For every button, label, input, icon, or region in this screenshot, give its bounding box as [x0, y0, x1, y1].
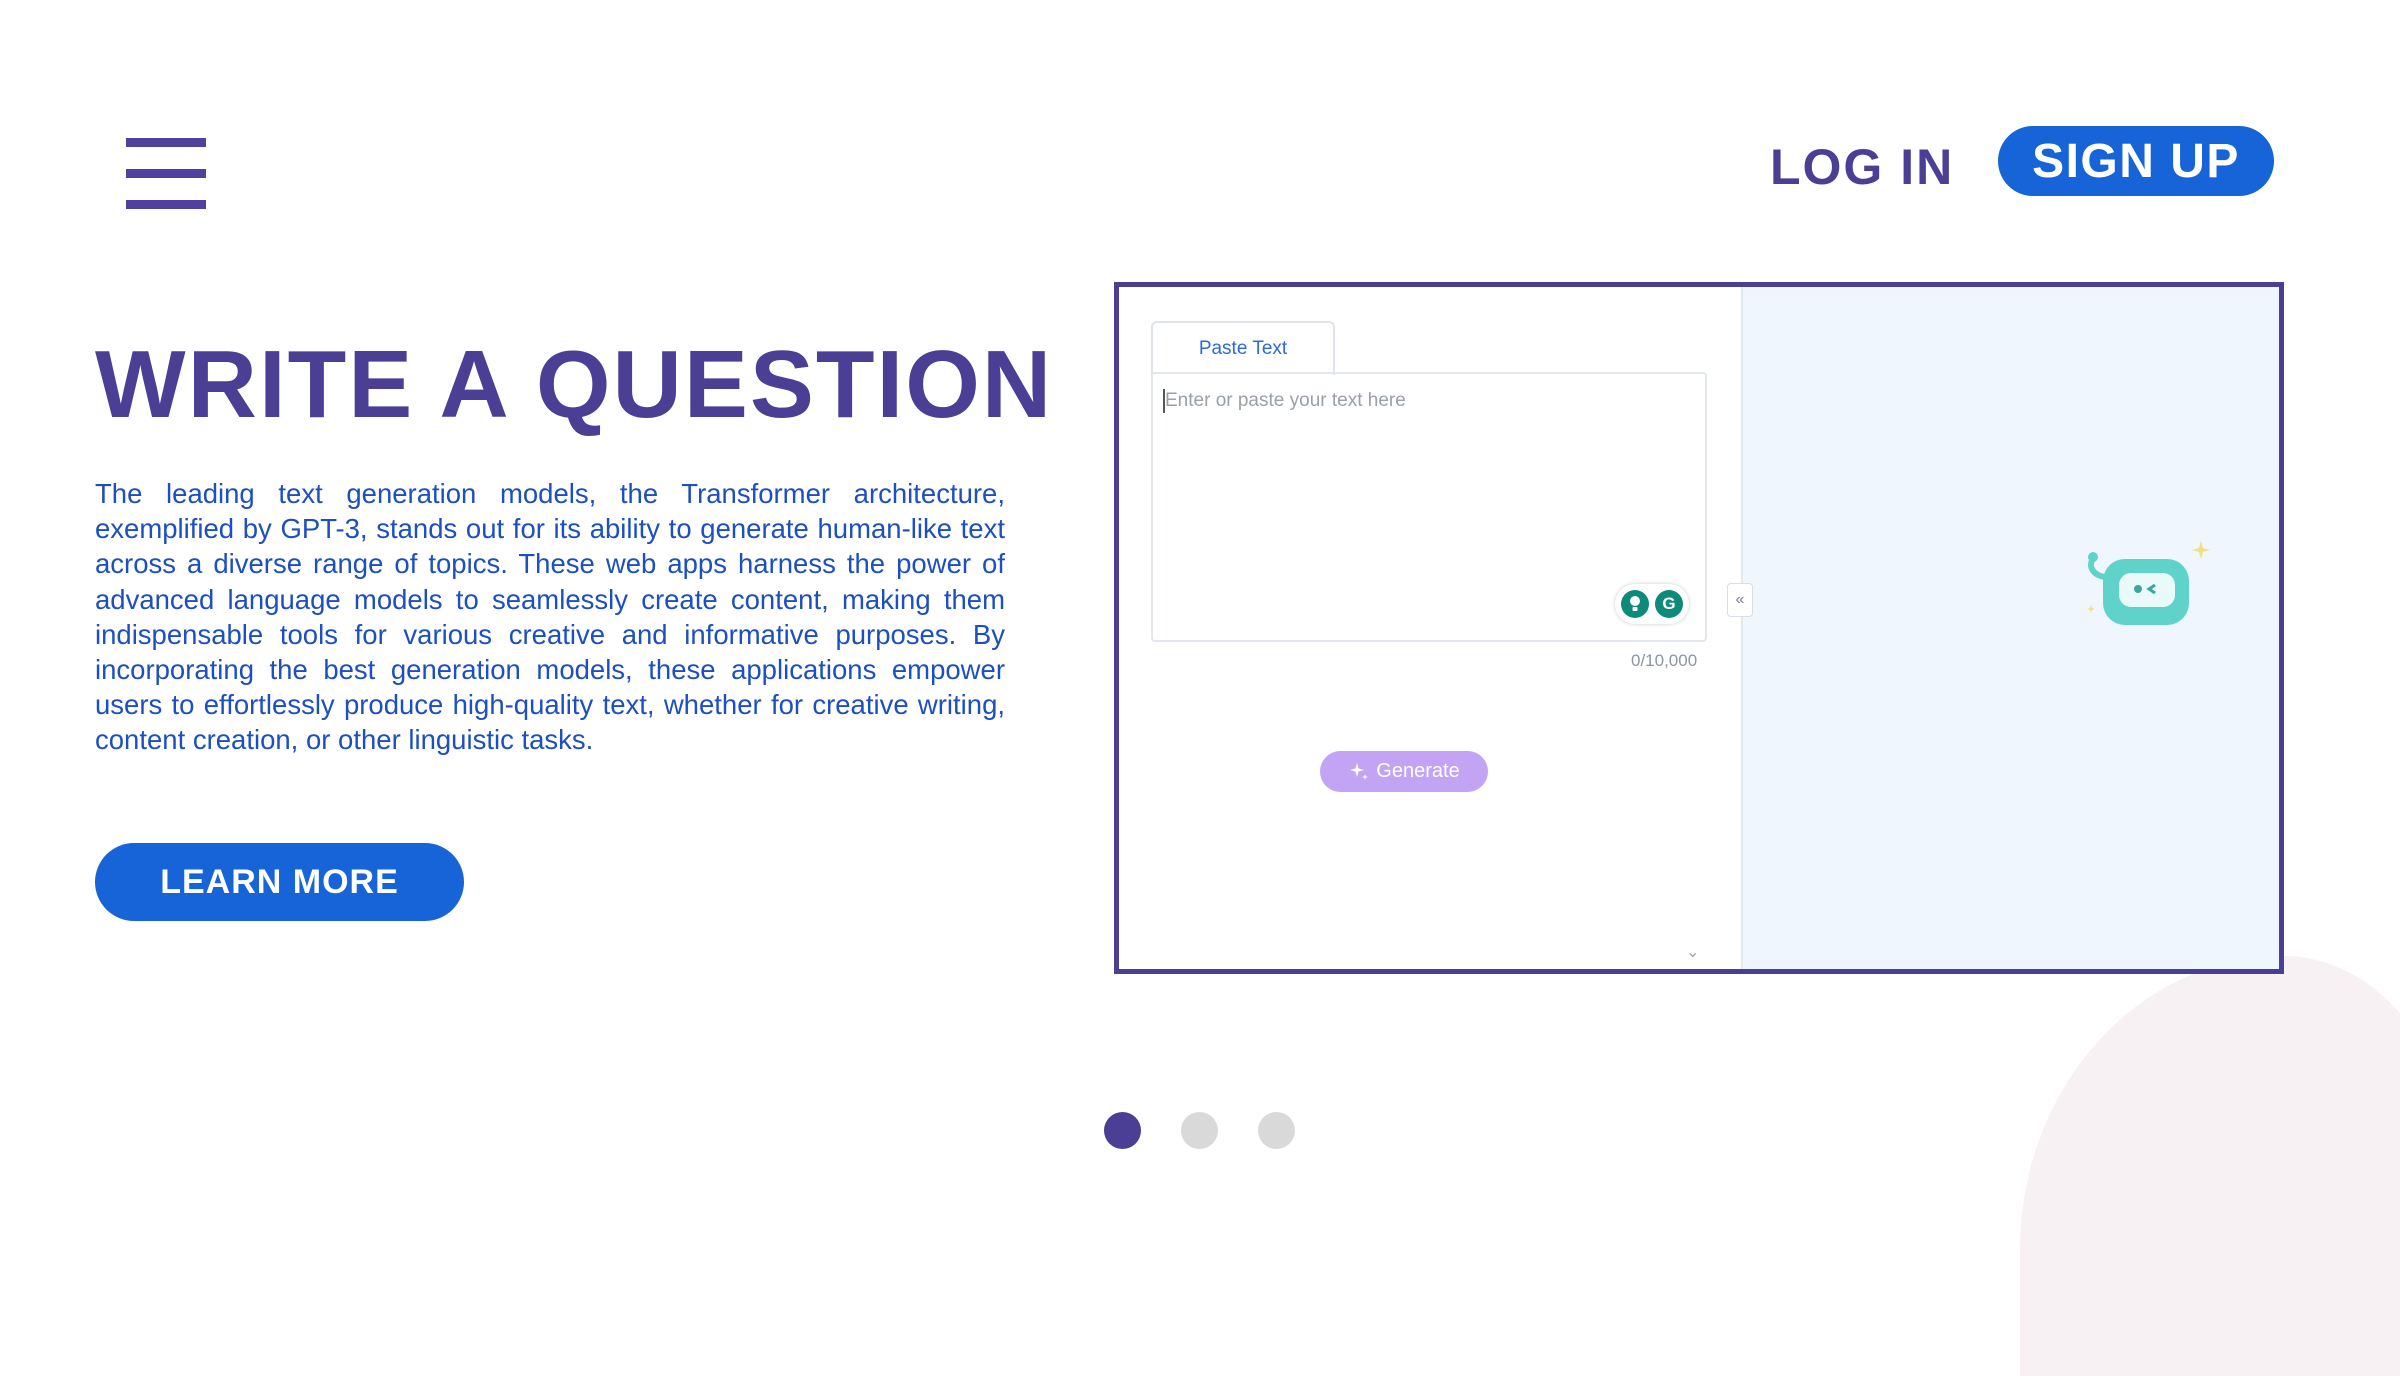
carousel-dot-1[interactable]: [1104, 1112, 1141, 1149]
input-pane: Paste Text Enter or paste your text here…: [1119, 287, 1741, 969]
generate-button[interactable]: Generate: [1320, 751, 1488, 792]
hamburger-menu-icon[interactable]: [126, 138, 206, 210]
character-counter: 0/10,000: [1631, 651, 1698, 670]
generate-label: Generate: [1376, 760, 1460, 782]
background-blob: [2020, 956, 2400, 1376]
hero-description: The leading text generation models, the …: [95, 478, 1005, 756]
carousel-dot-2[interactable]: [1181, 1112, 1218, 1149]
tab-paste-text[interactable]: Paste Text: [1151, 321, 1335, 375]
carousel-pagination: [1104, 1112, 1295, 1149]
carousel-dot-3[interactable]: [1258, 1112, 1295, 1149]
robot-assistant-icon: [2087, 541, 2210, 625]
signup-button[interactable]: SIGN UP: [1998, 126, 2274, 196]
output-pane: [1741, 287, 2279, 969]
grammarly-icon[interactable]: G: [1655, 590, 1683, 618]
learn-more-button[interactable]: LEARN MORE: [95, 843, 464, 921]
input-tools: G: [1615, 584, 1689, 624]
login-link[interactable]: LOG IN: [1770, 138, 1954, 196]
bulb-icon[interactable]: [1621, 590, 1649, 618]
app-preview-screenshot: Paste Text Enter or paste your text here…: [1114, 282, 2284, 974]
sparkle-icon: [1350, 762, 1369, 780]
input-placeholder: Enter or paste your text here: [1165, 390, 1406, 411]
chevron-down-icon[interactable]: ⌄: [1686, 942, 1699, 962]
text-input-area[interactable]: Enter or paste your text here G: [1151, 372, 1707, 642]
chevron-left-double-icon[interactable]: «: [1727, 583, 1753, 617]
page-title: WRITE A QUESTION: [95, 331, 1054, 438]
